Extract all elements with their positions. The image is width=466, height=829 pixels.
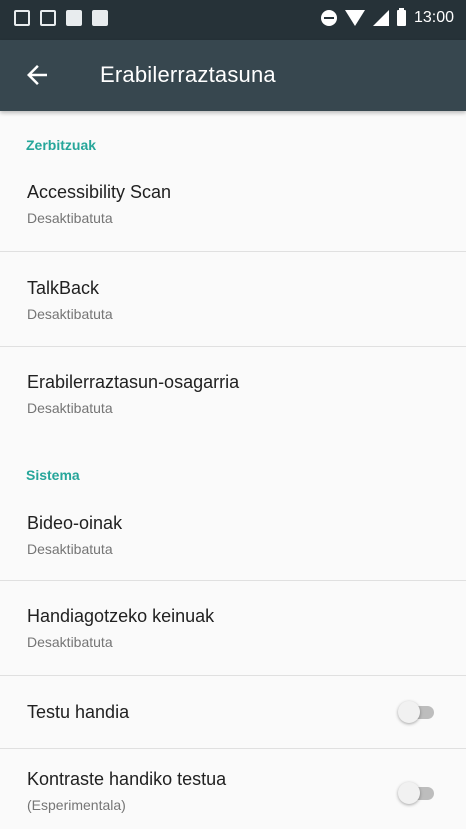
gmail-icon (40, 10, 56, 26)
item-subtitle: (Esperimentala) (27, 797, 126, 813)
settings-item-captions[interactable]: Bideo-oinak Desaktibatuta (0, 494, 466, 580)
gallery-icon (14, 10, 30, 26)
clock: 13:00 (413, 9, 454, 26)
item-title: Bideo-oinak (27, 513, 123, 533)
status-bar: 13:00 (0, 0, 466, 40)
settings-item-accessibility-scan[interactable]: Accessibility Scan Desaktibatuta (0, 165, 466, 251)
do-not-disturb-icon (320, 10, 337, 26)
battery-icon (396, 8, 406, 26)
item-title: Testu handia (27, 702, 130, 722)
notification-icons (14, 10, 108, 26)
settings-item-accessibility-menu[interactable]: Erabilerraztasun-osagarria Desaktibatuta (0, 347, 466, 441)
arrow-left-icon (27, 65, 47, 85)
item-title: Handiagotzeko keinuak (27, 606, 215, 626)
toggle-thumb (398, 701, 420, 723)
high-contrast-text-toggle[interactable] (398, 782, 436, 804)
item-subtitle: Desaktibatuta (27, 541, 113, 557)
app-bar: Erabilerraztasuna (0, 40, 466, 111)
large-text-toggle[interactable] (398, 701, 436, 723)
section-header-system: Sistema (26, 467, 80, 483)
section-header-services: Zerbitzuak (26, 137, 97, 153)
settings-item-high-contrast-text[interactable]: Kontraste handiko testua (Esperimentala) (0, 749, 466, 829)
item-title: TalkBack (27, 278, 100, 298)
system-icons: 13:00 (320, 8, 454, 27)
item-subtitle: Desaktibatuta (27, 210, 113, 226)
toggle-thumb (398, 782, 420, 804)
item-subtitle: Desaktibatuta (27, 634, 113, 650)
item-subtitle: Desaktibatuta (27, 400, 113, 416)
signal-icon (372, 10, 389, 26)
back-button[interactable] (22, 60, 52, 90)
settings-item-talkback[interactable]: TalkBack Desaktibatuta (0, 252, 466, 346)
page-title: Erabilerraztasuna (100, 62, 276, 87)
bag-icon (92, 10, 108, 26)
settings-item-large-text[interactable]: Testu handia (0, 676, 466, 748)
item-title: Erabilerraztasun-osagarria (27, 372, 240, 392)
settings-item-magnification-gestures[interactable]: Handiagotzeko keinuak Desaktibatuta (0, 581, 466, 675)
bag-icon (66, 10, 82, 26)
item-subtitle: Desaktibatuta (27, 306, 113, 322)
item-title: Accessibility Scan (27, 182, 172, 202)
item-title: Kontraste handiko testua (27, 769, 227, 789)
wifi-icon (344, 10, 365, 26)
